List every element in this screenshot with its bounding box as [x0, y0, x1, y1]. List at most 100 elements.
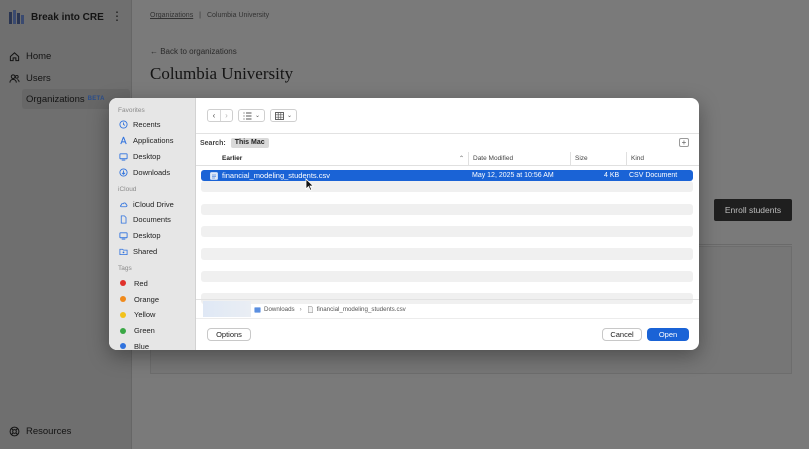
list-item	[201, 270, 693, 282]
search-scope-this-mac[interactable]: This Mac	[230, 138, 269, 148]
beta-badge: BETA	[87, 96, 105, 102]
shared-folder-icon	[119, 248, 128, 256]
search-scope-bar: Search: This Mac +	[200, 138, 695, 148]
tag-label: Blue	[134, 341, 150, 350]
path-bar: Downloads › financial_modeling_students.…	[196, 299, 699, 317]
column-kind[interactable]: Kind	[626, 152, 699, 166]
brand-name: Break into CRE	[31, 11, 104, 23]
file-open-dialog: Favorites Recents Applications Desktop D…	[109, 98, 699, 350]
tag-label: Yellow	[134, 310, 156, 320]
breadcrumb-current: Columbia University	[206, 12, 270, 19]
column-date-modified[interactable]: Date Modified	[468, 152, 570, 166]
downloads-folder-icon	[254, 306, 261, 313]
sidebar-item-label: Downloads	[133, 167, 171, 177]
path-breadcrumb: Downloads › financial_modeling_students.…	[254, 300, 406, 318]
path-file[interactable]: financial_modeling_students.csv	[317, 306, 406, 313]
forward-chevron-icon[interactable]: ›	[220, 110, 232, 121]
favorites-heading: Favorites	[118, 107, 145, 114]
file-date-modified: May 12, 2025 at 10:56 AM	[472, 172, 554, 179]
more-options-icon[interactable]: ⋮	[111, 10, 123, 22]
red-tag-icon	[120, 280, 126, 287]
view-mode-dropdown[interactable]: ⌄	[238, 109, 266, 122]
list-item	[201, 215, 693, 226]
desktop-icon	[119, 232, 128, 240]
enroll-students-button[interactable]: Enroll students	[714, 199, 792, 221]
icloud-heading: iCloud	[118, 186, 137, 194]
blue-tag-icon	[120, 343, 126, 350]
sidebar-item-label: Applications	[133, 136, 174, 146]
list-view-icon	[243, 112, 252, 119]
file-row-selected[interactable]: financial_modeling_students.csv May 12, …	[201, 170, 693, 182]
document-icon	[307, 305, 313, 313]
breadcrumb-link[interactable]: Organizations	[150, 12, 193, 19]
cancel-button[interactable]: Cancel	[602, 328, 642, 341]
lifebuoy-icon	[9, 426, 20, 437]
csv-file-icon	[210, 172, 218, 180]
sidebar-item-label: Recents	[133, 120, 161, 130]
sidebar-item-label: Shared	[133, 246, 158, 256]
brand-logo-icon	[9, 10, 24, 24]
dialog-footer: Options Cancel Open	[196, 318, 699, 350]
green-tag-icon	[120, 327, 126, 334]
column-name[interactable]: Earlier ⌃	[222, 152, 468, 166]
sidebar-item-shared[interactable]: Shared	[109, 244, 195, 260]
file-size: 4 KB	[604, 172, 620, 179]
sidebar-item-recents[interactable]: Recents	[109, 117, 195, 133]
open-button[interactable]: Open	[647, 328, 689, 341]
tag-orange[interactable]: Orange	[109, 291, 195, 307]
sidebar-item-applications[interactable]: Applications	[109, 133, 195, 149]
tags-heading: Tags	[118, 265, 132, 273]
chevron-down-icon: ⌄	[255, 113, 261, 119]
file-list-header: Earlier ⌃ Date Modified Size Kind	[196, 152, 699, 166]
tag-yellow[interactable]: Yellow	[109, 307, 195, 323]
options-button[interactable]: Options	[207, 328, 251, 341]
sidebar-item-label: Users	[26, 72, 51, 84]
sidebar-item-desktop[interactable]: Desktop	[109, 149, 195, 165]
page-title: Columbia University	[150, 64, 294, 83]
file-list: financial_modeling_students.csv May 12, …	[201, 170, 693, 305]
sidebar-item-downloads[interactable]: Downloads	[109, 164, 195, 180]
add-search-criteria-button[interactable]: +	[679, 138, 689, 147]
history-buttons: ‹ ›	[207, 109, 233, 122]
list-item	[201, 260, 693, 271]
grid-view-icon	[275, 111, 284, 120]
back-chevron-icon[interactable]: ‹	[208, 110, 220, 121]
sidebar-item-documents[interactable]: Documents	[109, 212, 195, 228]
column-size[interactable]: Size	[570, 152, 626, 166]
download-icon	[119, 168, 128, 177]
clock-icon	[119, 120, 128, 129]
group-by-dropdown[interactable]: ⌄	[270, 109, 298, 122]
tag-label: Red	[134, 278, 148, 288]
home-icon	[9, 51, 20, 61]
toolbar-divider	[196, 133, 699, 134]
document-icon	[120, 215, 127, 224]
path-folder[interactable]: Downloads	[264, 306, 295, 313]
breadcrumb-separator: |	[199, 12, 201, 19]
brand[interactable]: Break into CRE ⋮	[8, 8, 128, 26]
back-link[interactable]: ← Back to organizations	[150, 47, 237, 56]
orange-tag-icon	[120, 296, 126, 303]
sidebar-item-desktop-icloud[interactable]: Desktop	[109, 228, 195, 244]
sidebar-item-label: iCloud Drive	[133, 199, 174, 209]
sidebar-item-resources[interactable]: Resources	[9, 426, 71, 437]
dialog-toolbar: ‹ › ⌄ ⌄	[207, 109, 298, 122]
list-item	[201, 181, 693, 193]
file-kind: CSV Document	[629, 172, 678, 179]
sidebar-item-label: Organizations	[26, 93, 85, 105]
sidebar-item-home[interactable]: Home	[0, 45, 132, 67]
list-item	[201, 203, 693, 215]
users-icon	[9, 73, 20, 83]
applications-icon	[120, 136, 127, 145]
sidebar-item-label: Desktop	[133, 231, 161, 241]
sidebar-item-label: Home	[26, 50, 52, 62]
sidebar-item-icloud-drive[interactable]: iCloud Drive	[109, 196, 195, 212]
sidebar-item-users[interactable]: Users	[0, 67, 132, 89]
chevron-up-icon: ⌃	[458, 156, 464, 162]
dialog-main: ‹ › ⌄ ⌄ Search: This Mac + Earlier ⌃ Dat…	[196, 98, 699, 350]
tag-green[interactable]: Green	[109, 323, 195, 339]
yellow-tag-icon	[120, 311, 126, 318]
tag-red[interactable]: Red	[109, 275, 195, 291]
tag-label: Orange	[134, 294, 160, 304]
tag-blue[interactable]: Blue	[109, 339, 195, 350]
cloud-icon	[120, 202, 128, 207]
